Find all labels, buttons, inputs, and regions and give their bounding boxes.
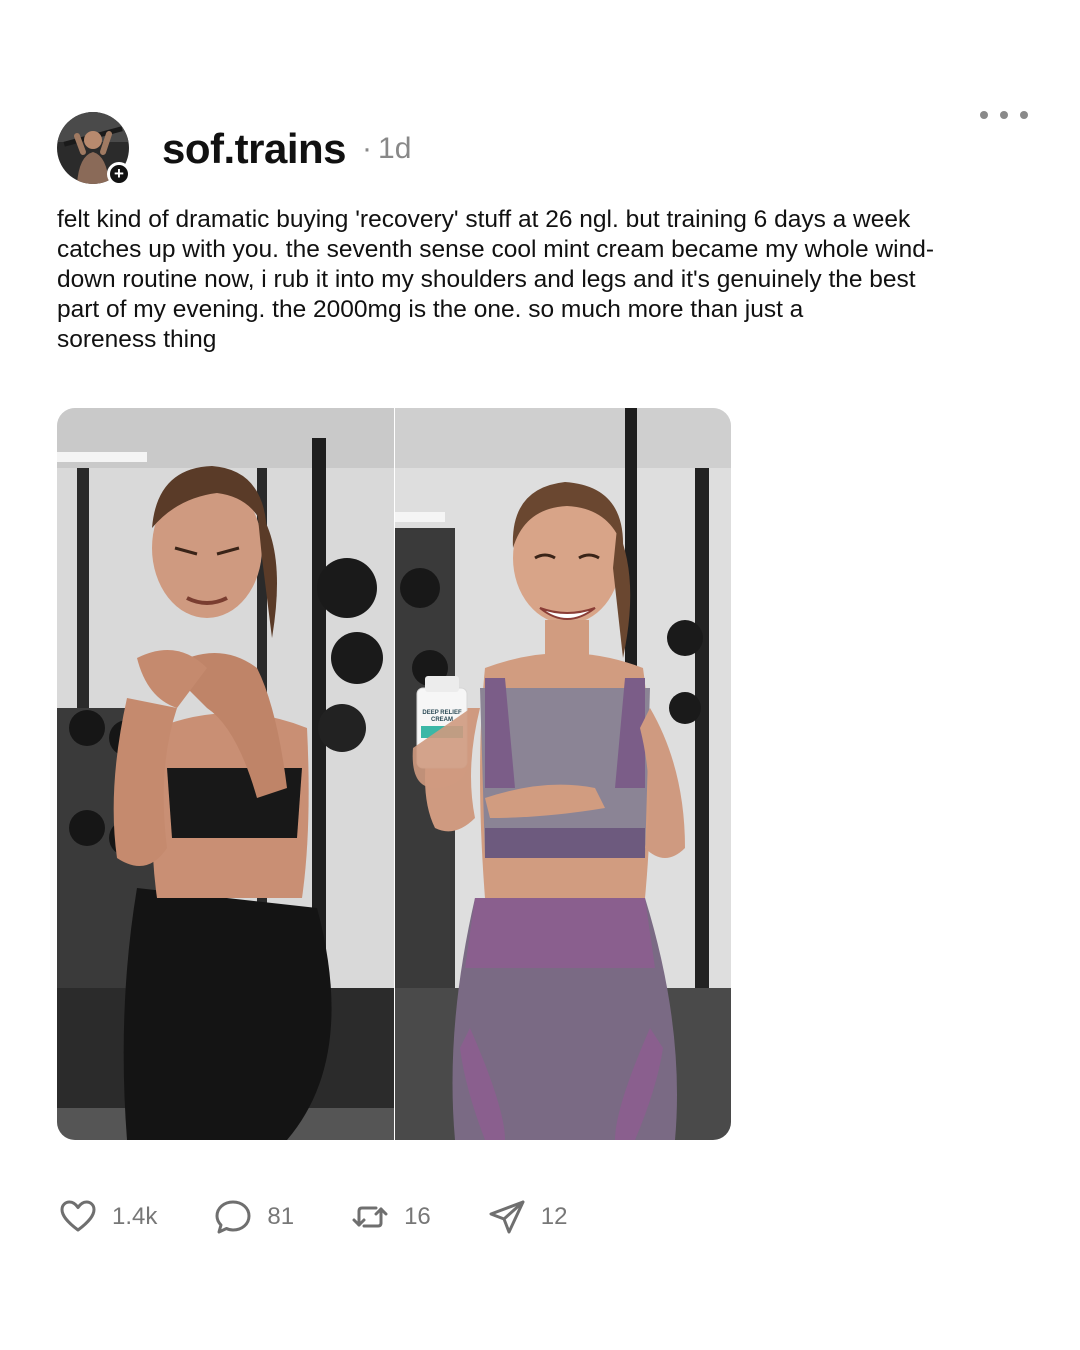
separator-dot: · (362, 132, 373, 165)
after-photo[interactable]: DEEP RELIEF CREAM (395, 408, 731, 1140)
more-options-button[interactable] (980, 104, 1028, 126)
comment-button[interactable]: 81 (213, 1197, 294, 1237)
heart-icon (58, 1197, 98, 1237)
post-media[interactable]: DEEP RELIEF CREAM (57, 408, 731, 1140)
repost-icon (350, 1197, 390, 1237)
comment-bubble-icon (213, 1197, 253, 1237)
product-label-line1: DEEP RELIEF (422, 710, 462, 716)
before-photo[interactable] (57, 408, 394, 1140)
more-dot-icon (980, 111, 988, 119)
product-label-line2: CREAM (431, 717, 453, 723)
share-count: 12 (540, 1203, 568, 1230)
action-bar: 1.4k 81 16 12 (58, 1197, 623, 1237)
repost-count: 16 (404, 1203, 431, 1230)
more-dot-icon (1000, 111, 1008, 119)
send-icon (487, 1197, 527, 1237)
post-header: sof.trains · 1d (162, 124, 411, 174)
username[interactable]: sof.trains (162, 125, 347, 173)
comment-count: 81 (267, 1203, 295, 1230)
like-button[interactable]: 1.4k (58, 1197, 157, 1237)
avatar[interactable]: + (57, 112, 131, 186)
like-count: 1.4k (112, 1203, 158, 1230)
post-body-text: felt kind of dramatic buying 'recovery' … (57, 206, 934, 353)
post-timestamp: 1d (378, 132, 412, 165)
more-dot-icon (1020, 111, 1028, 119)
follow-plus-button[interactable]: + (107, 162, 131, 186)
repost-button[interactable]: 16 (350, 1197, 431, 1237)
share-button[interactable]: 12 (487, 1197, 568, 1237)
